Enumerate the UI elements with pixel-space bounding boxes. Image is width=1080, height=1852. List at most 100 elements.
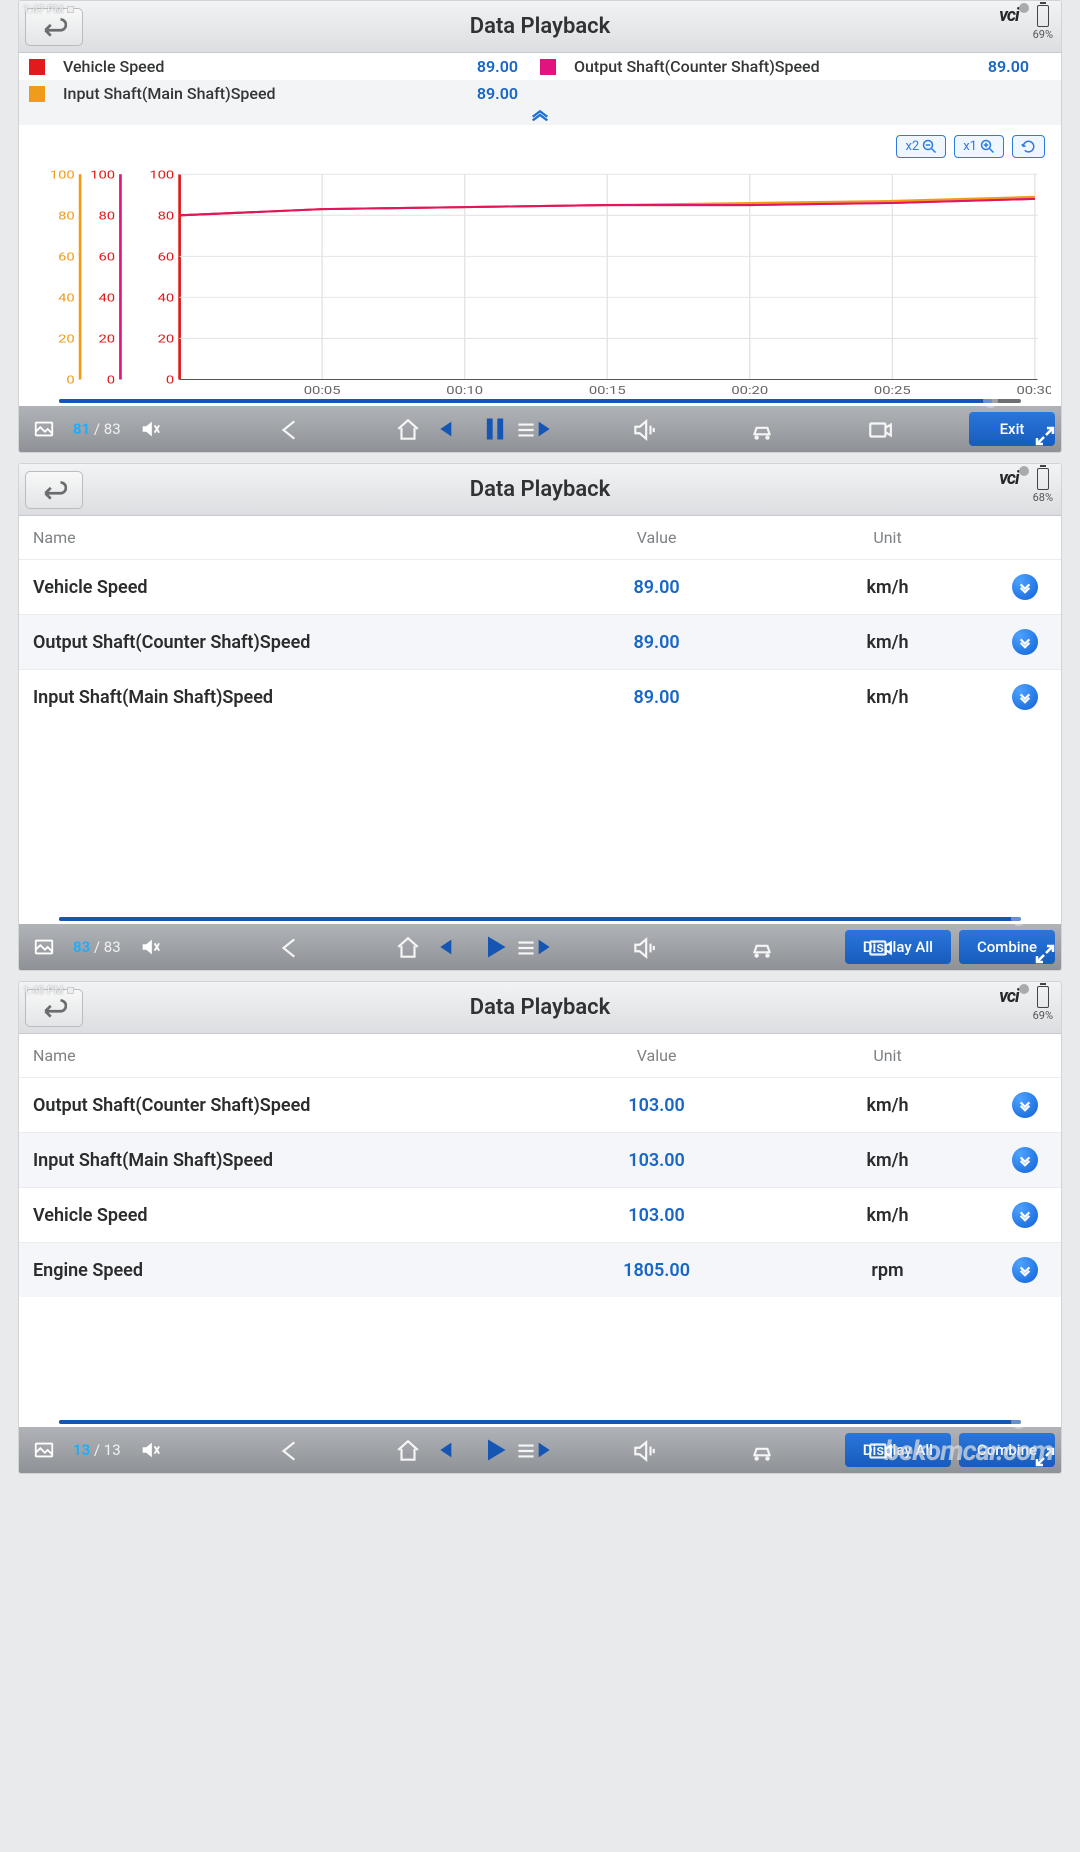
nav-back-icon[interactable] (277, 1438, 303, 1464)
nav-home-icon[interactable] (395, 1438, 421, 1464)
row-value: 103.00 (541, 1150, 772, 1171)
playback-bar: 81 / 83 Exit (19, 406, 1061, 452)
play-icon[interactable] (481, 1436, 509, 1464)
skip-forward-icon[interactable] (535, 1439, 557, 1461)
row-name: Vehicle Speed (33, 1205, 541, 1226)
seek-slider[interactable] (59, 1417, 1021, 1427)
svg-text:80: 80 (158, 210, 175, 223)
battery-indicator: 69% (1033, 986, 1053, 1022)
row-value: 89.00 (541, 577, 772, 598)
svg-text:20: 20 (98, 333, 115, 346)
nav-car-icon[interactable] (749, 935, 775, 961)
row-value: 103.00 (541, 1205, 772, 1226)
vci-label: vci (999, 468, 1028, 489)
nav-back-icon[interactable] (277, 417, 303, 443)
svg-text:100: 100 (149, 169, 174, 182)
watermark: bekomcar.com (884, 1434, 1053, 1467)
nav-car-icon[interactable] (749, 417, 775, 443)
display-all-button[interactable]: Display All (845, 930, 951, 964)
frame-counter: 81 / 83 (73, 420, 121, 438)
mute-icon[interactable] (139, 418, 161, 440)
table-row: Input Shaft(Main Shaft)Speed89.00km/h (19, 669, 1061, 724)
expand-row-button[interactable] (1012, 1147, 1038, 1173)
table-body: Vehicle Speed89.00km/hOutput Shaft(Count… (19, 559, 1061, 724)
skip-back-icon[interactable] (433, 936, 455, 958)
table-body: Output Shaft(Counter Shaft)Speed103.00km… (19, 1077, 1061, 1297)
line-chart[interactable]: 100806040200 100806040200 100806040200 (29, 164, 1051, 400)
frame-counter: 13 / 13 (73, 1441, 121, 1459)
seek-slider[interactable] (59, 396, 1021, 406)
row-unit: km/h (772, 577, 1003, 598)
back-button[interactable] (25, 471, 83, 509)
expand-row-button[interactable] (1012, 1202, 1038, 1228)
svg-text:80: 80 (98, 210, 115, 223)
nav-record-icon[interactable] (867, 417, 893, 443)
svg-text:20: 20 (58, 333, 75, 346)
nav-car-icon[interactable] (749, 1438, 775, 1464)
row-name: Vehicle Speed (33, 577, 541, 598)
svg-text:40: 40 (58, 292, 75, 305)
status-right: vci 69% (999, 5, 1053, 41)
expand-row-button[interactable] (1012, 629, 1038, 655)
chart-area: x2 x1 100806040200 100806040200 10080604… (19, 125, 1061, 406)
svg-text:100: 100 (50, 169, 75, 182)
zoom-out-button[interactable]: x2 (896, 135, 946, 158)
nav-back-icon[interactable] (277, 935, 303, 961)
gallery-icon[interactable] (33, 936, 55, 958)
expand-icon[interactable] (1033, 424, 1057, 448)
expand-row-button[interactable] (1012, 574, 1038, 600)
gallery-icon[interactable] (33, 418, 55, 440)
nav-home-icon[interactable] (395, 417, 421, 443)
battery-indicator: 68% (1033, 468, 1053, 504)
mute-icon[interactable] (139, 1439, 161, 1461)
playback-bar: 13 / 13 Display All Combine bekomcar.com (19, 1427, 1061, 1473)
mute-icon[interactable] (139, 936, 161, 958)
page-title: Data Playback (19, 995, 1061, 1020)
row-name: Output Shaft(Counter Shaft)Speed (33, 1095, 541, 1116)
legend-item: Vehicle Speed 89.00 (29, 57, 540, 76)
gallery-icon[interactable] (33, 1439, 55, 1461)
table-header: Name Value Unit (19, 516, 1061, 559)
vci-label: vci (999, 986, 1028, 1007)
legend-item: Input Shaft(Main Shaft)Speed 89.00 (29, 84, 540, 103)
page-title: Data Playback (19, 477, 1061, 502)
nav-volume-icon[interactable] (631, 935, 657, 961)
row-value: 103.00 (541, 1095, 772, 1116)
zoom-in-button[interactable]: x1 (954, 135, 1004, 158)
seek-slider[interactable] (59, 914, 1021, 924)
row-name: Engine Speed (33, 1260, 541, 1281)
skip-back-icon[interactable] (433, 418, 455, 440)
row-unit: km/h (772, 687, 1003, 708)
row-unit: km/h (772, 1150, 1003, 1171)
pause-icon[interactable] (481, 415, 509, 443)
row-name: Output Shaft(Counter Shaft)Speed (33, 632, 541, 653)
nav-volume-icon[interactable] (631, 417, 657, 443)
expand-icon[interactable] (1033, 942, 1057, 966)
table-row: Engine Speed1805.00rpm (19, 1242, 1061, 1297)
svg-text:0: 0 (107, 374, 115, 387)
battery-indicator: 69% (1033, 5, 1053, 41)
titlebar: 1:45 PM Data Playback vci69% (19, 982, 1061, 1034)
skip-forward-icon[interactable] (535, 418, 557, 440)
table-row: Output Shaft(Counter Shaft)Speed89.00km/… (19, 614, 1061, 669)
expand-row-button[interactable] (1012, 1257, 1038, 1283)
nav-volume-icon[interactable] (631, 1438, 657, 1464)
chart-legend: Vehicle Speed 89.00 Output Shaft(Counter… (19, 53, 1061, 107)
skip-forward-icon[interactable] (535, 936, 557, 958)
status-time: 1:47 PM (23, 3, 74, 16)
svg-text:00:30: 00:30 (1016, 384, 1051, 397)
play-icon[interactable] (481, 933, 509, 961)
svg-text:0: 0 (166, 374, 174, 387)
collapse-legend-button[interactable] (19, 107, 1061, 125)
expand-row-button[interactable] (1012, 1092, 1038, 1118)
expand-row-button[interactable] (1012, 684, 1038, 710)
row-name: Input Shaft(Main Shaft)Speed (33, 1150, 541, 1171)
refresh-button[interactable] (1012, 135, 1045, 158)
titlebar: Data Playback vci68% (19, 464, 1061, 516)
nav-home-icon[interactable] (395, 935, 421, 961)
skip-back-icon[interactable] (433, 1439, 455, 1461)
table-row: Input Shaft(Main Shaft)Speed103.00km/h (19, 1132, 1061, 1187)
svg-text:0: 0 (66, 374, 74, 387)
panel-chart: 1:47 PM Data Playback vci 69% Vehicle Sp… (18, 0, 1062, 453)
svg-text:40: 40 (98, 292, 115, 305)
